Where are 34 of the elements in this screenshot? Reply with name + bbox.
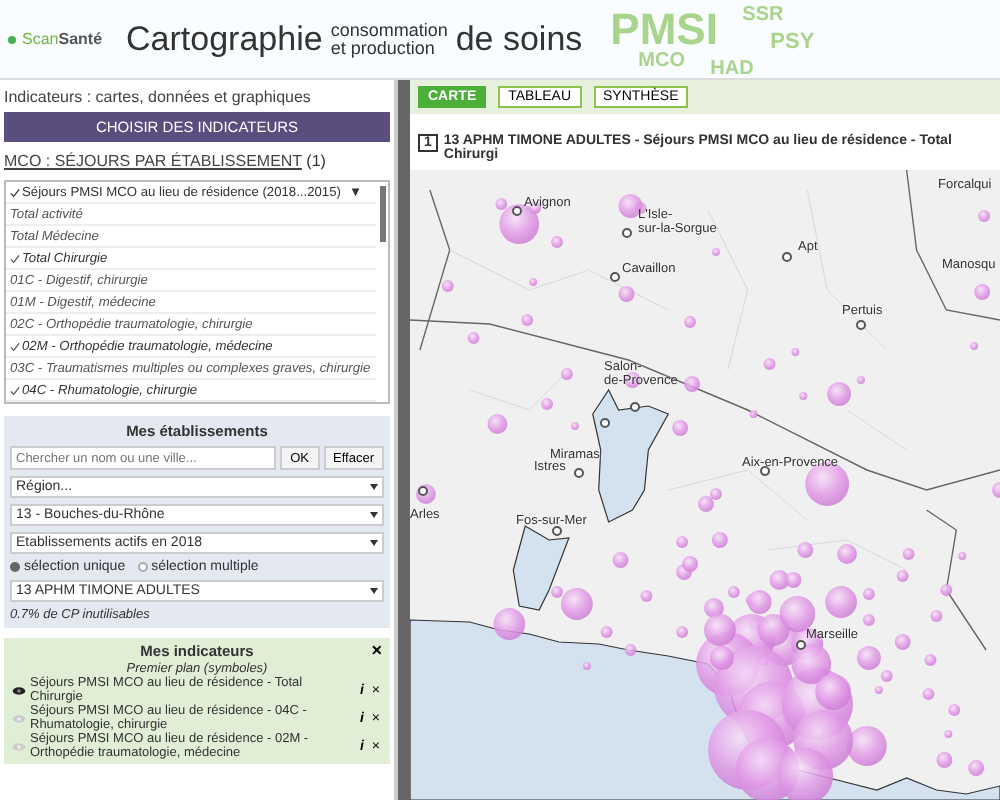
caret-icon [370, 540, 378, 546]
city-marker-icon [622, 228, 632, 238]
city-marker-icon [418, 486, 428, 496]
site-title-end: de soins [455, 19, 583, 59]
title-bottom-line: et production [330, 39, 437, 57]
city-marker-icon [630, 402, 640, 412]
logo-text: Scan [22, 30, 59, 48]
eye-icon[interactable] [12, 686, 26, 696]
city-marker-icon [552, 526, 562, 536]
caret-icon [370, 588, 378, 594]
city-marker-icon [610, 272, 620, 282]
city-marker-icon [782, 252, 792, 262]
city-marker-icon [574, 468, 584, 478]
city-marker-icon [856, 320, 866, 330]
close-button[interactable]: × [371, 642, 382, 658]
splitter-bar[interactable] [394, 80, 410, 800]
domain-label: PMSI [610, 3, 718, 53]
city-marker-icon [760, 466, 770, 476]
domain-label: MCO [638, 49, 686, 71]
logo-text-bold: Santé [58, 30, 103, 48]
caret-icon [370, 512, 378, 518]
domain-label: PSY [770, 29, 815, 53]
city-marker-icon [796, 640, 806, 650]
city-marker-icon [600, 418, 610, 428]
site-title: Cartographie [126, 19, 323, 59]
section-link[interactable]: MCO : SÉJOURS PAR ÉTABLISSEMENT [4, 152, 302, 170]
panel-heading: Indicateurs : cartes, données et graphiques [4, 88, 313, 106]
domain-label: HAD [710, 57, 754, 79]
domain-label: SSR [742, 3, 784, 25]
caret-icon [370, 484, 378, 490]
section-count: (1) [306, 152, 326, 170]
title-top-line: consommation [330, 21, 448, 39]
city-marker-icon [512, 206, 522, 216]
scansante-logo[interactable]: ScanSanté [8, 30, 103, 48]
